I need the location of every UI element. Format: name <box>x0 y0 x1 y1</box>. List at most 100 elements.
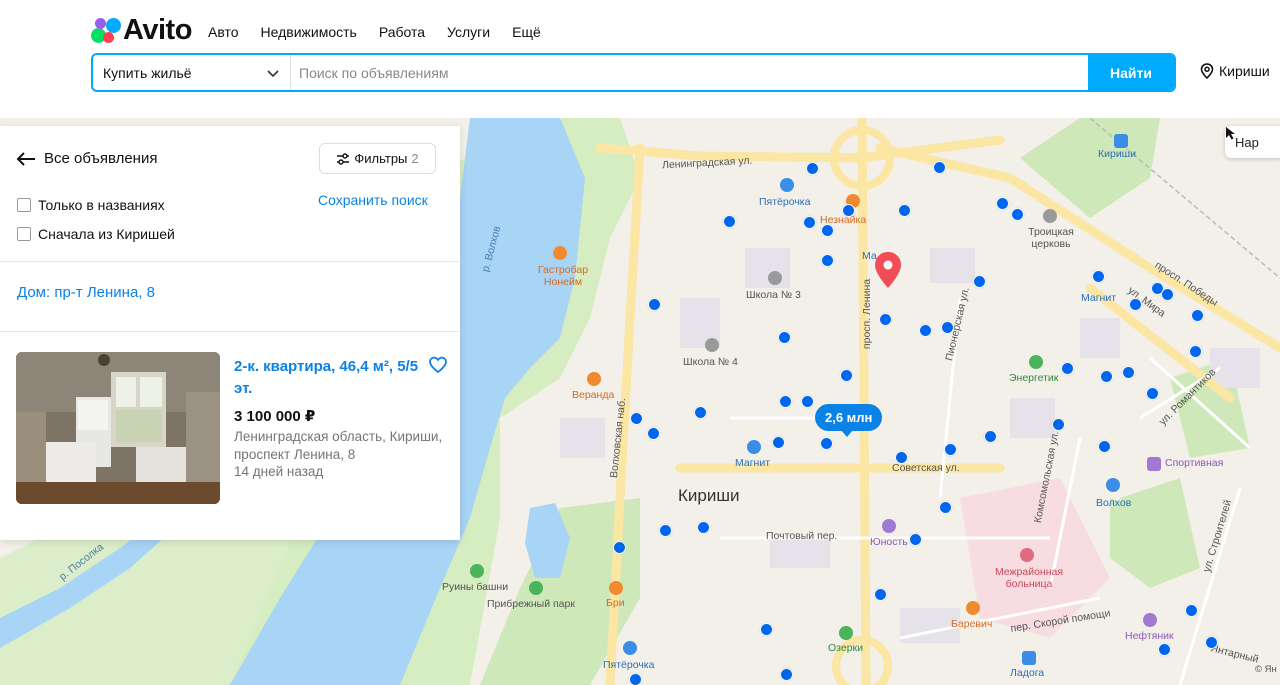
only-in-titles-checkbox-row[interactable]: Только в названиях <box>17 197 165 213</box>
listing-title-link[interactable]: 2-к. квартира, 46,4 м², 5/5 эт. <box>234 356 424 400</box>
listing-marker[interactable] <box>629 673 642 685</box>
listing-photo[interactable] <box>16 352 220 504</box>
listing-marker[interactable] <box>1098 440 1111 453</box>
category-select[interactable]: Купить жильё <box>93 55 291 90</box>
listing-marker[interactable] <box>772 436 785 449</box>
listing-marker[interactable] <box>1100 370 1113 383</box>
listing-marker[interactable] <box>973 275 986 288</box>
listing-marker[interactable] <box>874 588 887 601</box>
poi-magnit-east[interactable]: Магнит <box>1081 292 1116 304</box>
map-copyright: © Ян <box>1255 664 1277 675</box>
shopping-cart-icon <box>780 178 794 192</box>
poi-pyaterochka-north[interactable]: Пятёрочка <box>759 196 810 208</box>
poi-magnit-center[interactable]: Магнит <box>735 457 770 469</box>
search-input[interactable] <box>291 55 1088 90</box>
listing-marker[interactable] <box>944 443 957 456</box>
listing-marker[interactable] <box>1205 636 1218 649</box>
poi-barevich[interactable]: Баревич <box>951 618 992 630</box>
listing-marker[interactable] <box>996 197 1009 210</box>
listing-marker[interactable] <box>939 501 952 514</box>
poi-neftyanik[interactable]: Нефтяник <box>1125 630 1174 642</box>
listing-marker[interactable] <box>760 623 773 636</box>
only-in-titles-checkbox[interactable] <box>17 198 31 212</box>
listing-marker[interactable] <box>1092 270 1105 283</box>
poi-bri[interactable]: Бри <box>606 597 625 609</box>
listing-marker[interactable] <box>723 215 736 228</box>
listing-marker[interactable] <box>909 533 922 546</box>
listing-marker[interactable] <box>630 412 643 425</box>
listing-marker[interactable] <box>779 395 792 408</box>
nav-jobs[interactable]: Работа <box>379 24 425 40</box>
listing-marker[interactable] <box>879 313 892 326</box>
avito-logo[interactable]: Avito <box>91 14 192 47</box>
poi-kirishi-station[interactable]: Кириши <box>1098 148 1136 160</box>
listing-marker[interactable] <box>933 161 946 174</box>
poi-sportivnaya[interactable]: Спортивная <box>1165 457 1223 469</box>
address-filter-link[interactable]: Дом: пр-т Ленина, 8 <box>17 284 155 301</box>
listing-marker[interactable] <box>806 162 819 175</box>
listing-marker[interactable] <box>1161 288 1174 301</box>
save-search-link[interactable]: Сохранить поиск <box>318 192 428 208</box>
listing-marker[interactable] <box>1122 366 1135 379</box>
filters-button[interactable]: Фильтры 2 <box>319 143 436 174</box>
listing-marker[interactable] <box>801 395 814 408</box>
nav-auto[interactable]: Авто <box>208 24 239 40</box>
listing-marker[interactable] <box>842 204 855 217</box>
poi-shkola4[interactable]: Школа № 4 <box>683 356 738 368</box>
listing-marker[interactable] <box>919 324 932 337</box>
listing-marker[interactable] <box>780 668 793 681</box>
poi-ruiny[interactable]: Руины башни <box>442 581 508 593</box>
listing-marker[interactable] <box>694 406 707 419</box>
poi-ozerki[interactable]: Озерки <box>828 642 863 654</box>
route-button[interactable]: Нар <box>1225 126 1280 158</box>
listing-marker[interactable] <box>821 254 834 267</box>
listing-marker[interactable] <box>1129 298 1142 311</box>
listing-marker[interactable] <box>697 521 710 534</box>
poi-pribrezhny[interactable]: Прибрежный парк <box>487 598 575 610</box>
listing-marker[interactable] <box>1146 387 1159 400</box>
poi-shkola3[interactable]: Школа № 3 <box>746 289 801 301</box>
listing-marker[interactable] <box>820 437 833 450</box>
listing-marker[interactable] <box>1191 309 1204 322</box>
poi-ma[interactable]: Ма <box>862 250 877 262</box>
listing-marker[interactable] <box>648 298 661 311</box>
listing-marker[interactable] <box>659 524 672 537</box>
poi-energetik[interactable]: Энергетик <box>1009 372 1058 384</box>
listing-marker[interactable] <box>803 216 816 229</box>
listing-marker[interactable] <box>1158 643 1171 656</box>
listing-marker[interactable] <box>1185 604 1198 617</box>
listing-marker[interactable] <box>778 331 791 344</box>
location-selector[interactable]: Кириши <box>1200 63 1270 79</box>
search-button[interactable]: Найти <box>1088 55 1174 90</box>
poi-pyaterochka-south[interactable]: Пятёрочка <box>603 659 654 671</box>
listing-marker[interactable] <box>840 369 853 382</box>
listing-marker[interactable] <box>895 451 908 464</box>
poi-yunost[interactable]: Юность <box>870 536 908 548</box>
poi-bolnitsa[interactable]: Межрайонная больница <box>990 566 1068 590</box>
kirishi-first-label: Сначала из Киришей <box>38 226 175 242</box>
poi-gastrobar[interactable]: Гастробар Нонейм <box>533 264 593 288</box>
poi-ladoga[interactable]: Ладога <box>1010 667 1044 679</box>
listing-marker[interactable] <box>821 224 834 237</box>
poi-volkhov[interactable]: Волхов <box>1096 497 1131 509</box>
kirishi-first-checkbox[interactable] <box>17 227 31 241</box>
listing-marker[interactable] <box>613 541 626 554</box>
listing-marker[interactable] <box>647 427 660 440</box>
listing-marker[interactable] <box>1189 345 1202 358</box>
nav-realty[interactable]: Недвижимость <box>261 24 357 40</box>
heart-icon[interactable] <box>428 355 448 375</box>
nav-services[interactable]: Услуги <box>447 24 490 40</box>
price-bubble-marker[interactable]: 2,6 млн <box>815 404 883 437</box>
listing-marker[interactable] <box>898 204 911 217</box>
listing-marker[interactable] <box>1011 208 1024 221</box>
school-icon <box>705 338 719 352</box>
back-to-all-listings[interactable]: Все объявления <box>16 150 157 167</box>
poi-troitskaya[interactable]: Троицкая церковь <box>1026 226 1076 250</box>
listing-marker[interactable] <box>1061 362 1074 375</box>
poi-veranda[interactable]: Веранда <box>572 389 614 401</box>
listing-marker[interactable] <box>1052 418 1065 431</box>
kirishi-first-checkbox-row[interactable]: Сначала из Киришей <box>17 226 175 242</box>
listing-marker[interactable] <box>941 321 954 334</box>
nav-more[interactable]: Ещё <box>512 24 541 40</box>
listing-marker[interactable] <box>984 430 997 443</box>
